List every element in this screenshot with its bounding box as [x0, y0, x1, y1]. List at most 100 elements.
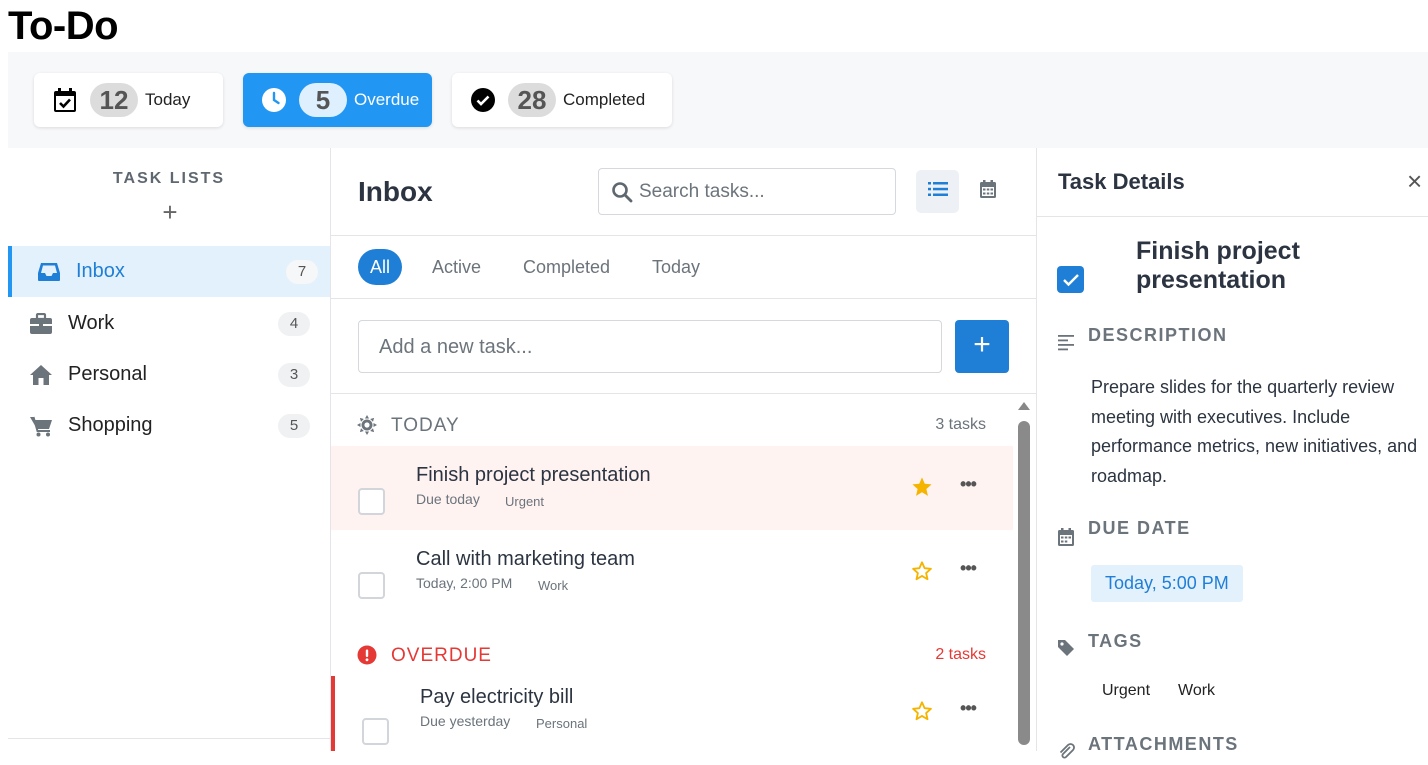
sidebar-item-count: 4 [278, 311, 310, 336]
task-due: Due today [416, 491, 480, 507]
details-task-title[interactable]: Finish project presentation [1136, 237, 1416, 295]
list-icon [927, 181, 948, 202]
divider [1037, 216, 1428, 217]
sidebar-item-work[interactable]: Work 4 [8, 298, 330, 349]
briefcase-icon [28, 311, 54, 337]
sidebar-divider [8, 738, 330, 739]
more-options-button[interactable]: ••• [957, 698, 979, 720]
sidebar-item-count: 7 [286, 259, 318, 284]
stat-today-button[interactable]: 12 Today [34, 73, 223, 127]
task-title: Finish project presentation [416, 464, 651, 486]
align-left-icon [1057, 333, 1075, 351]
sidebar-item-inbox[interactable]: Inbox 7 [8, 246, 330, 297]
paperclip-icon [1057, 742, 1075, 760]
tag-chip[interactable]: Urgent [1102, 682, 1150, 700]
description-label: DESCRIPTION [1088, 325, 1228, 345]
task-row[interactable]: Call with marketing team Today, 2:00 PM … [331, 530, 1013, 614]
tag-icon [1057, 639, 1075, 657]
alert-icon [357, 645, 377, 665]
close-icon[interactable]: × [1407, 168, 1428, 194]
stat-completed-button[interactable]: 28 Completed [452, 73, 672, 127]
calendar-icon [979, 179, 997, 204]
cart-icon [28, 413, 54, 439]
stat-overdue-button[interactable]: 5 Overdue [243, 73, 432, 127]
stat-label: Today [145, 90, 191, 109]
add-list-button[interactable]: + [158, 199, 182, 225]
calendar-check-icon [52, 87, 78, 113]
tags-label: TAGS [1088, 631, 1143, 651]
section-header-today: TODAY 3 tasks [331, 410, 1011, 440]
sidebar-item-label: Shopping [68, 414, 153, 436]
sidebar: TASK LISTS + Inbox 7 Work 4 Personal 3 S… [8, 148, 331, 751]
scrollbar[interactable] [1015, 394, 1033, 751]
filter-completed[interactable]: Completed [523, 249, 610, 285]
star-filled-icon[interactable] [911, 476, 933, 498]
section-header-overdue: OVERDUE 2 tasks [331, 640, 1011, 670]
divider [331, 235, 1036, 236]
search-box[interactable] [598, 168, 896, 215]
task-details-panel: Task Details × Finish project presentati… [1037, 148, 1428, 759]
scroll-up-arrow-icon[interactable] [1018, 402, 1030, 410]
tag-chip[interactable]: Work [1178, 682, 1215, 700]
star-outline-icon[interactable] [911, 560, 933, 582]
task-due: Today, 2:00 PM [416, 575, 513, 591]
app-title: To-Do [8, 4, 119, 48]
filter-active[interactable]: Active [432, 249, 481, 285]
sidebar-item-label: Inbox [76, 260, 125, 282]
section-count: 3 tasks [935, 416, 986, 433]
description-text[interactable]: Prepare slides for the quarterly review … [1091, 373, 1426, 491]
due-date-label: DUE DATE [1088, 518, 1191, 538]
task-title: Call with marketing team [416, 548, 635, 570]
add-task-button[interactable]: + [955, 320, 1009, 373]
sidebar-item-label: Work [68, 312, 115, 334]
section-label: OVERDUE [391, 645, 492, 666]
stat-count: 28 [508, 83, 556, 117]
task-due: Due yesterday [420, 713, 511, 729]
sidebar-item-label: Personal [68, 363, 147, 385]
task-row[interactable]: Pay electricity bill Due yesterday Perso… [331, 676, 1013, 751]
stat-count: 12 [90, 83, 138, 117]
divider [331, 298, 1036, 299]
sidebar-item-personal[interactable]: Personal 3 [8, 349, 330, 400]
add-task-input[interactable] [379, 333, 919, 361]
more-options-button[interactable]: ••• [957, 558, 979, 580]
list-view-button[interactable] [916, 170, 959, 213]
task-title: Pay electricity bill [420, 686, 574, 708]
filter-today[interactable]: Today [652, 249, 700, 285]
details-header: Task Details [1058, 169, 1185, 194]
search-input[interactable] [639, 177, 889, 207]
task-checkbox[interactable] [362, 718, 389, 745]
check-circle-icon [470, 87, 496, 113]
calendar-view-button[interactable] [966, 170, 1009, 213]
stat-count: 5 [299, 83, 347, 117]
filter-all[interactable]: All [358, 249, 403, 285]
task-tag: Work [538, 578, 569, 593]
section-count: 2 tasks [935, 646, 986, 663]
sidebar-item-count: 3 [278, 362, 310, 387]
task-tag: Urgent [505, 494, 545, 509]
stats-bar: 12 Today 5 Overdue 28 Completed [8, 52, 1428, 148]
home-icon [28, 362, 54, 388]
page-title: Inbox [358, 176, 433, 207]
attachments-label: ATTACHMENTS [1088, 734, 1239, 754]
task-row[interactable]: Finish project presentation Due today Ur… [331, 446, 1013, 530]
add-task-box[interactable] [358, 320, 942, 373]
task-list: TODAY 3 tasks Finish project presentatio… [331, 394, 1036, 751]
scrollbar-thumb[interactable] [1018, 421, 1030, 745]
calendar-icon [1057, 527, 1075, 546]
task-completed-checkbox[interactable] [1057, 266, 1084, 293]
sidebar-item-count: 5 [278, 413, 310, 438]
sidebar-item-shopping[interactable]: Shopping 5 [8, 400, 330, 451]
section-label: TODAY [391, 415, 460, 436]
main-panel: Inbox All Active Completed Today + TO [331, 148, 1037, 751]
more-options-button[interactable]: ••• [957, 474, 979, 496]
task-checkbox[interactable] [358, 488, 385, 515]
task-tag: Personal [536, 716, 588, 731]
due-date-value[interactable]: Today, 5:00 PM [1091, 565, 1243, 602]
stat-label: Completed [563, 90, 646, 109]
sun-icon [357, 415, 377, 435]
clock-icon [261, 87, 287, 113]
search-icon [611, 181, 633, 203]
star-outline-icon[interactable] [911, 700, 933, 722]
task-checkbox[interactable] [358, 572, 385, 599]
